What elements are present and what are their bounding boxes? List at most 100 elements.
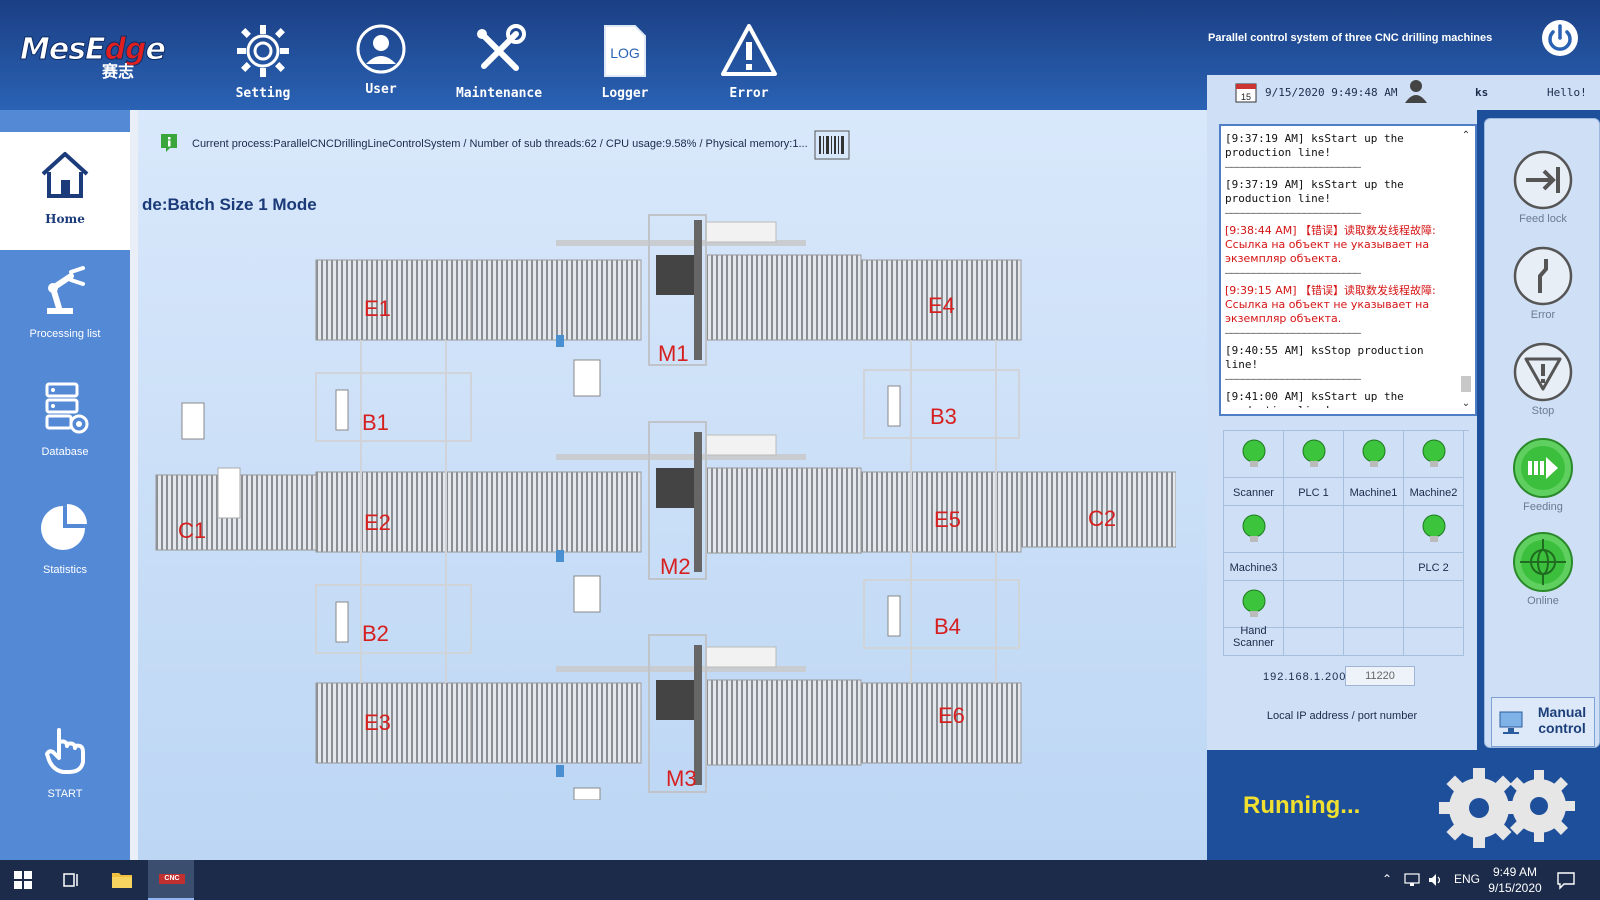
- event-log[interactable]: [9:37:19 AM] ksStart up the production l…: [1219, 124, 1477, 416]
- log-entry: [9:37:19 AM] ksStart up the production l…: [1225, 132, 1404, 173]
- status-bulb-icon: [1242, 514, 1266, 542]
- user-avatar-icon: [1405, 80, 1427, 103]
- ip-address: 192.168.1.200: [1263, 671, 1347, 683]
- process-status-strip: Current process:ParallelCNCDrillingLineC…: [146, 122, 1176, 160]
- user-label: User: [365, 82, 397, 97]
- online-icon: [1513, 532, 1573, 592]
- scroll-down-icon[interactable]: ⌄: [1459, 398, 1473, 412]
- log-entry-error: [9:39:15 AM] 【错误】读取数发线程故障: Ссылка на объ…: [1225, 284, 1436, 339]
- feed-lock-icon: [1513, 150, 1573, 210]
- robot-arm-icon: [47, 266, 85, 314]
- logo: MesEdge 赛志: [20, 32, 167, 82]
- device-cell-empty: [1284, 581, 1344, 656]
- power-icon: [1542, 20, 1578, 56]
- sidebar: Home Processing list Database Statistics: [0, 110, 130, 860]
- device-cell-hand-scanner: Hand Scanner: [1224, 581, 1284, 656]
- calendar-icon: 15: [1235, 83, 1257, 103]
- device-cell-empty: [1284, 506, 1344, 581]
- process-info-text: Current process:ParallelCNCDrillingLineC…: [192, 138, 808, 150]
- power-button[interactable]: [1540, 18, 1580, 58]
- logger-button[interactable]: LOG Logger: [570, 22, 680, 108]
- setting-button[interactable]: Setting: [208, 22, 318, 108]
- production-line-diagram: E1 E2 E3 E4 E5 E6 B1 B2 B3 B4 C1 C2 M1 M…: [155, 214, 1176, 800]
- cnc-app-taskbar-button[interactable]: CNC: [148, 860, 194, 900]
- gears-icon: [1439, 768, 1575, 848]
- station-m1-label: M1: [658, 341, 689, 366]
- running-status: Running...: [1243, 792, 1361, 819]
- gear-icon: [237, 25, 289, 77]
- device-cell-empty: [1344, 581, 1404, 656]
- sidebar-item-label: Home: [45, 212, 85, 226]
- folder-icon: [112, 873, 132, 888]
- online-button[interactable]: Online: [1485, 531, 1600, 607]
- start-button[interactable]: START: [0, 722, 130, 840]
- error-switch-button[interactable]: Error: [1485, 245, 1600, 321]
- maintenance-label: Maintenance: [455, 86, 543, 101]
- manual-control-icon: [1499, 711, 1523, 734]
- device-status-grid: Scanner PLC 1 Machine1 Machine2 Machine3…: [1223, 430, 1469, 656]
- sidebar-item-processing-list[interactable]: Processing list: [0, 262, 130, 380]
- station-e2-label: E2: [364, 510, 391, 535]
- status-bulb-icon: [1422, 439, 1446, 467]
- notifications-icon[interactable]: [1556, 870, 1576, 890]
- device-cell-machine1: Machine1: [1344, 431, 1404, 506]
- device-cell-scanner: Scanner: [1224, 431, 1284, 506]
- clock-time: 9:49 AM: [1492, 865, 1538, 879]
- sidebar-item-home[interactable]: Home: [0, 132, 130, 250]
- device-cell-empty: [1404, 581, 1464, 656]
- file-explorer-button[interactable]: [98, 860, 144, 900]
- manual-control-button[interactable]: Manual control: [1491, 697, 1595, 747]
- status-header: 15 9/15/2020 9:49:48 AM ks Hello!: [1207, 75, 1600, 110]
- svg-text:15: 15: [1241, 92, 1251, 102]
- info-icon: [161, 134, 177, 152]
- device-cell-machine3: Machine3: [1224, 506, 1284, 581]
- logger-label: Logger: [601, 86, 649, 101]
- station-c1-label: C1: [178, 518, 206, 543]
- error-label: Error: [729, 86, 769, 101]
- scroll-thumb[interactable]: [1461, 376, 1471, 392]
- control-panel: Feed lock Error Stop Feeding Online Manu…: [1484, 118, 1600, 748]
- network-icon[interactable]: [1404, 873, 1420, 887]
- log-list: [9:37:19 AM] ksStart up the production l…: [1225, 132, 1453, 408]
- feeding-button[interactable]: Feeding: [1485, 437, 1600, 513]
- setting-label: Setting: [235, 86, 291, 101]
- user-button[interactable]: User: [326, 22, 436, 108]
- user-icon: [356, 24, 406, 74]
- stop-icon: [1513, 342, 1573, 402]
- station-c2-label: C2: [1088, 506, 1116, 531]
- sidebar-item-label: Statistics: [42, 564, 87, 576]
- volume-icon[interactable]: [1428, 873, 1444, 887]
- chevron-up-icon[interactable]: ⌃: [1382, 872, 1392, 886]
- right-info-panel: [9:37:19 AM] ksStart up the production l…: [1207, 110, 1477, 750]
- sidebar-item-statistics[interactable]: Statistics: [0, 498, 130, 616]
- port-number-field[interactable]: [1345, 666, 1415, 686]
- svg-text:LOG: LOG: [610, 45, 640, 61]
- maintenance-button[interactable]: Maintenance: [444, 22, 554, 108]
- station-b1-label: B1: [362, 410, 389, 435]
- home-icon: [41, 152, 89, 198]
- station-m2-label: M2: [660, 554, 691, 579]
- device-cell-empty: [1344, 506, 1404, 581]
- station-e4-label: E4: [928, 293, 955, 318]
- feed-lock-button[interactable]: Feed lock: [1485, 149, 1600, 225]
- start-menu-button[interactable]: [0, 860, 46, 900]
- status-bulb-icon: [1242, 439, 1266, 467]
- stop-button[interactable]: Stop: [1485, 341, 1600, 417]
- current-datetime: 9/15/2020 9:49:48 AM: [1265, 86, 1398, 99]
- run-status-panel: Running...: [1207, 750, 1600, 860]
- station-b3-label: B3: [930, 404, 957, 429]
- main-panel: Current process:ParallelCNCDrillingLineC…: [130, 110, 1207, 860]
- scroll-up-icon[interactable]: ⌃: [1459, 130, 1473, 144]
- error-button[interactable]: Error: [694, 22, 804, 108]
- sidebar-item-database[interactable]: Database: [0, 380, 130, 498]
- station-b2-label: B2: [362, 621, 389, 646]
- barcode-icon[interactable]: [814, 130, 850, 160]
- windows-icon: [14, 871, 32, 889]
- greeting-text: Hello!: [1547, 86, 1587, 99]
- log-scrollbar[interactable]: ⌃ ⌄: [1459, 130, 1473, 412]
- app-title: Parallel control system of three CNC dri…: [1208, 32, 1493, 44]
- language-indicator[interactable]: ENG: [1454, 872, 1480, 886]
- task-view-button[interactable]: [48, 860, 94, 900]
- status-bulb-icon: [1302, 439, 1326, 467]
- taskbar-clock[interactable]: 9:49 AM 9/15/2020: [1480, 864, 1550, 896]
